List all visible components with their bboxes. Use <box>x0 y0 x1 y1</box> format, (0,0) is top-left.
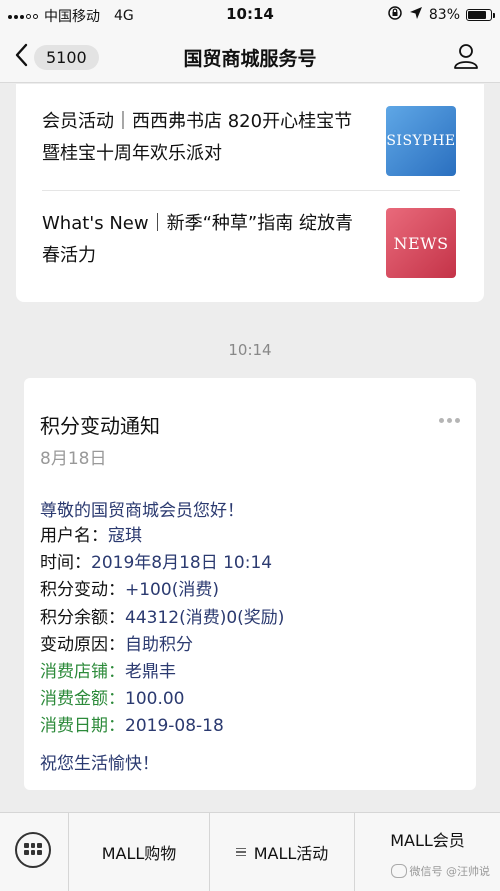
notice-date: 8月18日 <box>40 449 107 469</box>
bottom-menu: MALL购物 MALL活动 MALL会员 微信号 @汪帅说 <box>0 812 500 891</box>
watermark: 微信号 @汪帅说 <box>390 863 491 879</box>
field-label: 消费金额： <box>40 689 125 710</box>
watermark-text: 微信号 @汪帅说 <box>409 865 491 878</box>
field-label: 消费店铺： <box>40 662 125 683</box>
points-notification-card[interactable]: 积分变动通知 8月18日 尊敬的国贸商城会员您好！ 用户名：寇琪 时间：2019… <box>24 378 476 790</box>
battery-icon <box>466 9 495 21</box>
menu-item-label: MALL活动 <box>253 844 329 863</box>
field-label: 变动原因： <box>40 634 125 655</box>
field-value: 100.00 <box>125 689 185 710</box>
article-title: 会员活动｜西西弗书店 820开心桂宝节暨桂宝十周年欢乐派对 <box>42 111 353 164</box>
article-card: 会员活动｜西西弗书店 820开心桂宝节暨桂宝十周年欢乐派对 SISYPHE Wh… <box>16 84 484 302</box>
divider <box>42 190 460 191</box>
page-title: 国贸商城服务号 <box>183 48 317 70</box>
field-label: 消费日期： <box>40 716 125 737</box>
field-row: 消费金额：100.00 <box>40 686 284 713</box>
field-value: 老鼎丰 <box>125 662 176 683</box>
notice-greeting: 尊敬的国贸商城会员您好！ <box>40 501 244 521</box>
keyboard-toggle-button[interactable] <box>0 813 69 891</box>
menu-item-mall-shopping[interactable]: MALL购物 <box>69 813 209 891</box>
field-row: 变动原因：自助积分 <box>40 632 284 659</box>
field-row: 消费日期：2019-08-18 <box>40 713 284 740</box>
message-timestamp: 10:14 <box>228 341 272 359</box>
status-right: 83% <box>387 5 495 25</box>
notice-fields: 用户名：寇琪 时间：2019年8月18日 10:14 积分变动：+100(消费)… <box>40 523 284 741</box>
field-label: 用户名： <box>40 526 108 546</box>
orientation-lock-icon <box>387 5 403 25</box>
profile-icon[interactable] <box>452 42 480 70</box>
submenu-icon <box>235 847 246 857</box>
field-row: 积分变动：+100(消费) <box>40 577 284 604</box>
field-value: 自助积分 <box>125 634 193 655</box>
notice-title: 积分变动通知 <box>40 414 160 438</box>
wechat-icon <box>390 864 407 878</box>
field-label: 积分余额： <box>40 607 125 628</box>
field-row: 消费店铺：老鼎丰 <box>40 659 284 686</box>
field-label: 积分变动： <box>40 580 125 601</box>
status-bar: 中国移动 4G 10:14 83% <box>0 0 500 30</box>
field-value: 寇琪 <box>108 526 142 546</box>
field-label: 时间： <box>40 553 91 574</box>
article-thumbnail: NEWS <box>386 208 456 278</box>
battery-percent: 83% <box>428 7 460 23</box>
location-icon <box>409 6 423 24</box>
menu-item-mall-member[interactable]: MALL会员 <box>355 813 500 891</box>
field-row: 积分余额：44312(消费)0(奖励) <box>40 605 284 632</box>
notice-closing: 祝您生活愉快！ <box>40 754 159 774</box>
nav-bar: 5100 国贸商城服务号 <box>0 30 500 83</box>
field-value: +100(消费) <box>125 580 219 601</box>
field-value: 2019年8月18日 10:14 <box>91 553 273 574</box>
article-thumbnail: SISYPHE <box>386 106 456 176</box>
more-icon[interactable] <box>439 418 460 423</box>
field-row: 时间：2019年8月18日 10:14 <box>40 550 284 577</box>
menu-item-mall-activity[interactable]: MALL活动 <box>210 813 354 891</box>
article-title: What's New｜新季“种草”指南 绽放青春活力 <box>42 213 353 266</box>
field-value: 44312(消费)0(奖励) <box>125 607 285 628</box>
field-value: 2019-08-18 <box>125 716 224 737</box>
field-row: 用户名：寇琪 <box>40 523 284 550</box>
